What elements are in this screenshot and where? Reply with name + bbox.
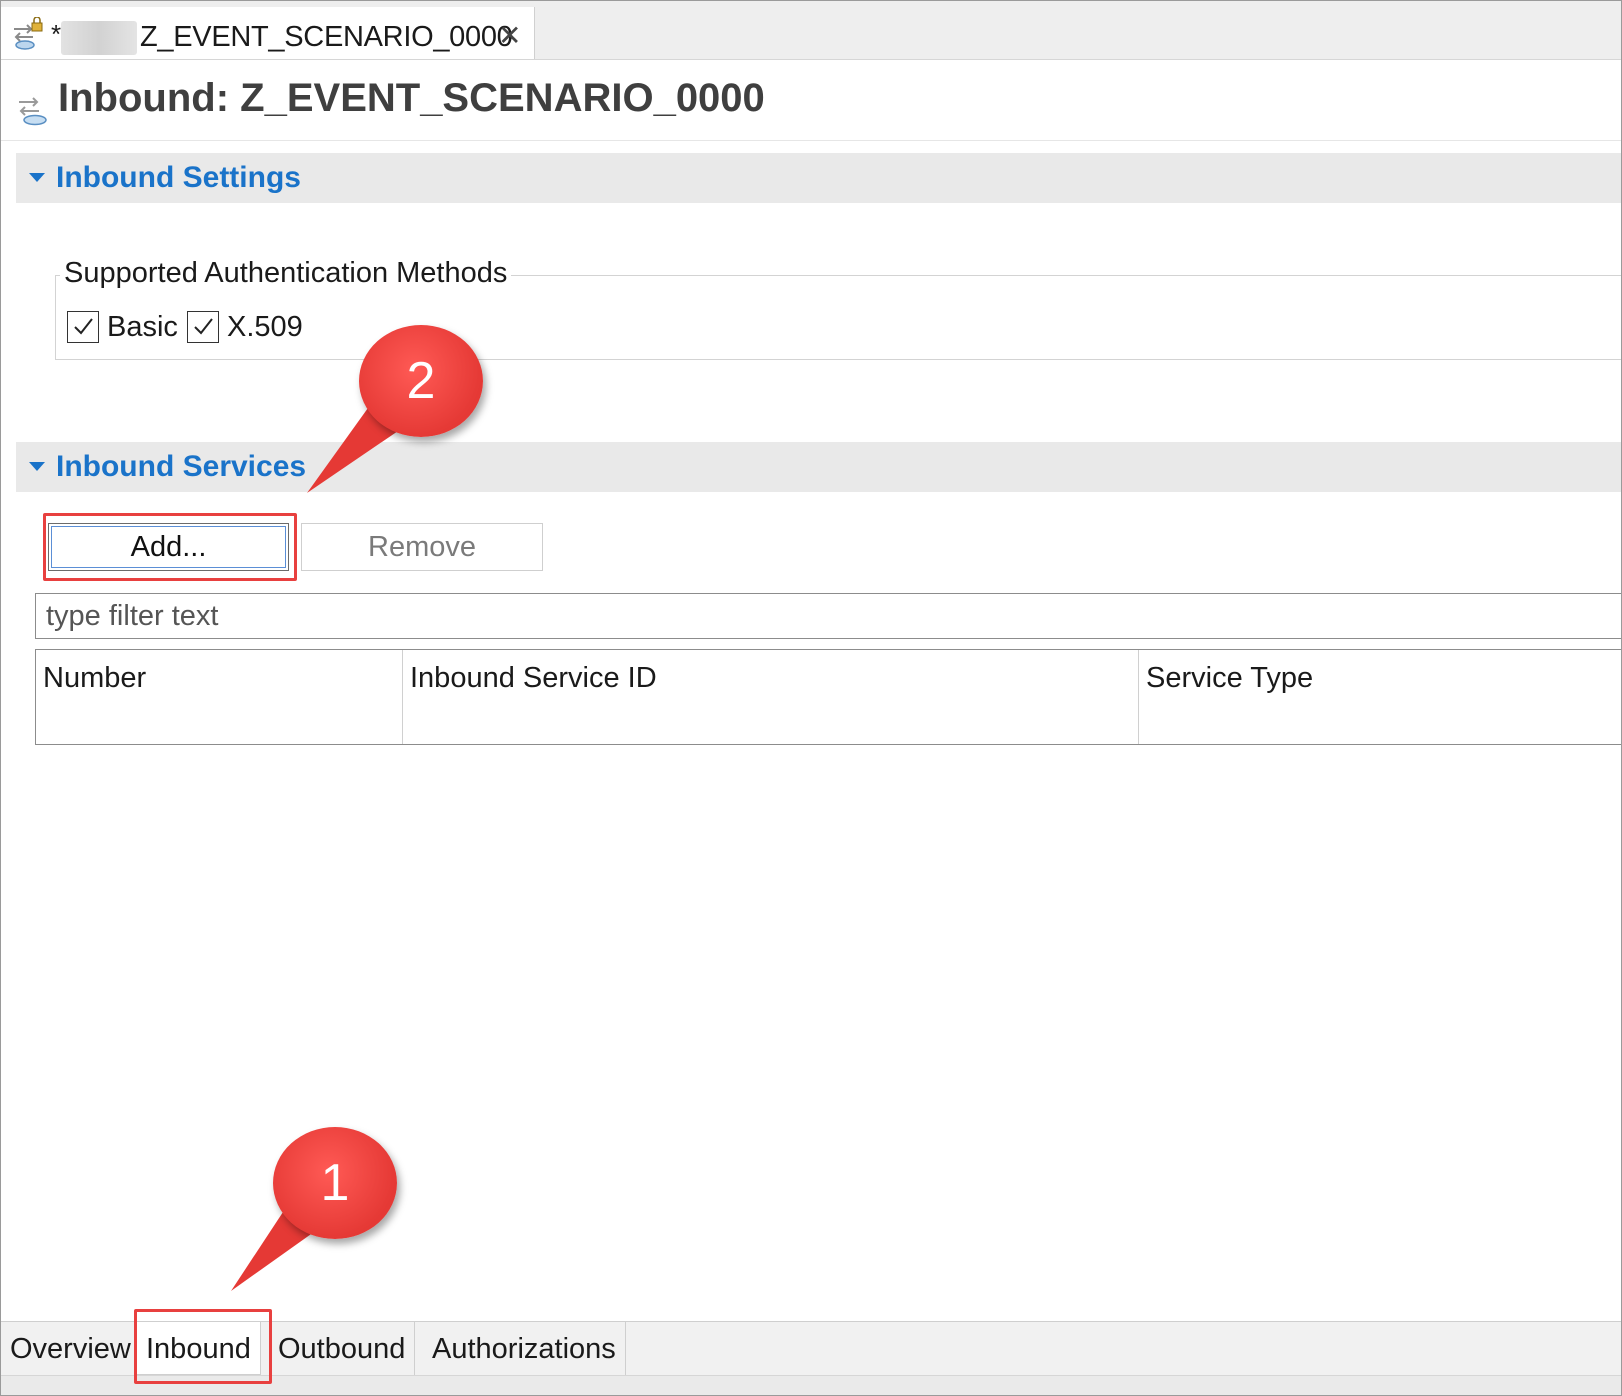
callout-arrows (231, 401, 401, 1291)
editor-window: * Z_EVENT_SCENARIO_0000 ✕ Inbound: Z_EVE… (0, 0, 1622, 1396)
callout-badge-2: 2 (359, 325, 483, 437)
callout-badge-1: 1 (273, 1127, 397, 1239)
